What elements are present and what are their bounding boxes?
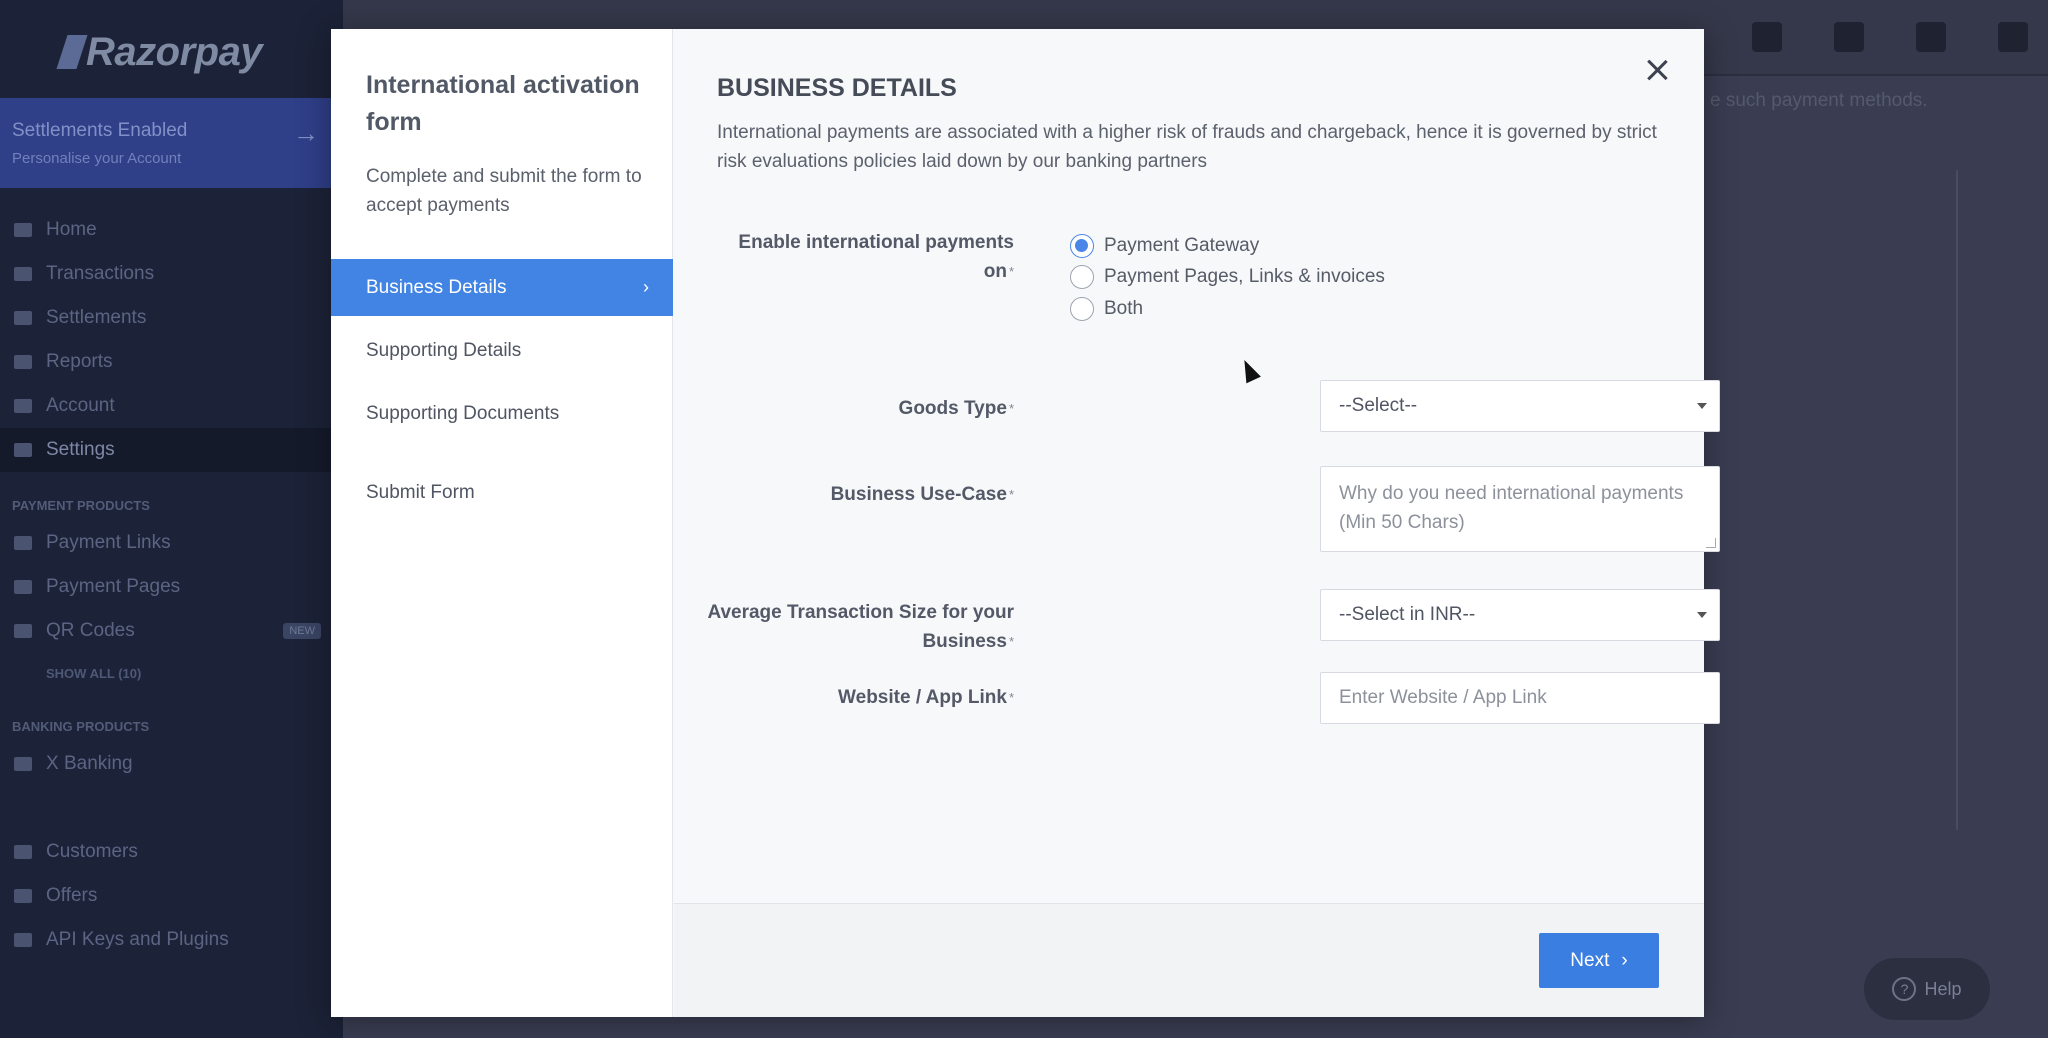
qr-icon: [14, 624, 32, 638]
section-payment-products: PAYMENT PRODUCTS: [12, 498, 150, 513]
background-notice: e such payment methods.: [1710, 90, 1928, 111]
question-icon: ?: [1892, 977, 1917, 1001]
radio-payment-gateway[interactable]: Payment Gateway: [1070, 230, 1385, 262]
activity-icon[interactable]: [1834, 22, 1864, 52]
sidebar-item-payment-links[interactable]: Payment Links: [0, 521, 343, 565]
radio-checked-icon: [1070, 233, 1094, 258]
show-all-link[interactable]: SHOW ALL (10): [0, 653, 343, 693]
sidebar-nav: Home Transactions Settlements Reports Ac…: [0, 208, 343, 962]
modal-footer: Next ›: [674, 903, 1704, 1017]
arrow-right-icon: →: [293, 118, 319, 148]
avg-txn-select[interactable]: --Select in INR--: [1320, 589, 1720, 641]
reports-icon: [14, 355, 32, 369]
sidebar-item-transactions[interactable]: Transactions: [0, 252, 343, 296]
users-icon: [14, 845, 32, 859]
page-icon: [14, 580, 32, 594]
tag-icon: [14, 889, 32, 903]
x-icon: [14, 757, 32, 771]
use-case-label: Business Use-Case *: [830, 484, 1014, 505]
sidebar-item-customers[interactable]: Customers: [0, 830, 343, 874]
modal-title: International activation form: [366, 71, 640, 136]
sidebar-item-account[interactable]: Account: [0, 384, 343, 428]
activation-modal: International activation form Complete a…: [331, 29, 1720, 1017]
rocket-icon[interactable]: [1752, 22, 1782, 52]
section-title: BUSINESS DETAILS: [717, 74, 957, 102]
sidebar: Razorpay Settlements Enabled Personalise…: [0, 0, 343, 1038]
settlements-icon: [14, 311, 32, 325]
gear-icon: [14, 443, 32, 457]
radio-both[interactable]: Both: [1070, 293, 1385, 325]
modal-subtitle: Complete and submit the form to accept p…: [366, 166, 642, 216]
radio-payment-pages[interactable]: Payment Pages, Links & invoices: [1070, 262, 1385, 294]
new-badge: NEW: [283, 623, 321, 639]
website-label: Website / App Link *: [838, 687, 1014, 708]
enable-on-radio-group: Payment Gateway Payment Pages, Links & i…: [1070, 230, 1385, 325]
link-icon: [14, 536, 32, 550]
modal-content: BUSINESS DETAILS International payments …: [674, 29, 1720, 1017]
plug-icon: [14, 933, 32, 947]
chevron-right-icon: ›: [1621, 949, 1628, 971]
home-icon: [14, 223, 32, 237]
sidebar-item-settlements[interactable]: Settlements: [0, 296, 343, 340]
background-panel: [1700, 170, 1958, 830]
transactions-icon: [14, 267, 32, 281]
apps-grid-icon[interactable]: [1916, 22, 1946, 52]
user-icon[interactable]: [1998, 22, 2028, 52]
step-supporting-details[interactable]: Supporting Details: [331, 322, 673, 379]
modal-sidebar: International activation form Complete a…: [331, 29, 673, 1017]
account-icon: [14, 399, 32, 413]
avg-txn-label: Average Transaction Size for your Busine…: [707, 602, 1014, 652]
use-case-textarea[interactable]: Why do you need international payments (…: [1320, 466, 1720, 552]
sidebar-item-api-keys[interactable]: API Keys and Plugins: [0, 918, 343, 962]
step-supporting-documents[interactable]: Supporting Documents: [331, 385, 673, 442]
razorpay-logo[interactable]: Razorpay: [56, 30, 263, 75]
sidebar-item-home[interactable]: Home: [0, 208, 343, 252]
step-submit-form[interactable]: Submit Form: [331, 464, 673, 521]
chevron-right-icon: ›: [643, 277, 649, 297]
website-input[interactable]: Enter Website / App Link: [1320, 672, 1720, 724]
promo-banner[interactable]: Settlements Enabled Personalise your Acc…: [0, 98, 343, 188]
promo-title: Settlements Enabled: [12, 120, 188, 141]
resize-handle-icon[interactable]: [1706, 538, 1716, 548]
close-icon[interactable]: [1642, 55, 1672, 85]
radio-unchecked-icon: [1070, 265, 1094, 290]
sidebar-item-x-banking[interactable]: X Banking: [0, 742, 343, 786]
form-steps: Business Details › Supporting Details Sup…: [331, 259, 673, 527]
section-description: International payments are associated wi…: [717, 122, 1657, 172]
sidebar-item-settings[interactable]: Settings: [0, 428, 343, 472]
promo-subtitle: Personalise your Account: [12, 150, 182, 167]
section-banking-products: BANKING PRODUCTS: [12, 719, 150, 734]
goods-type-select[interactable]: --Select--: [1320, 380, 1720, 432]
sidebar-item-payment-pages[interactable]: Payment Pages: [0, 565, 343, 609]
caret-down-icon: [1697, 612, 1707, 618]
caret-down-icon: [1697, 403, 1707, 409]
sidebar-item-offers[interactable]: Offers: [0, 874, 343, 918]
help-button[interactable]: ? Help: [1864, 958, 1990, 1020]
goods-type-label: Goods Type *: [898, 398, 1014, 419]
step-business-details[interactable]: Business Details ›: [331, 259, 673, 316]
sidebar-item-reports[interactable]: Reports: [0, 340, 343, 384]
radio-unchecked-icon: [1070, 296, 1094, 321]
enable-on-label: Enable international payments on *: [738, 232, 1014, 282]
next-button[interactable]: Next ›: [1539, 933, 1659, 988]
sidebar-item-qr-codes[interactable]: QR Codes NEW: [0, 609, 343, 653]
